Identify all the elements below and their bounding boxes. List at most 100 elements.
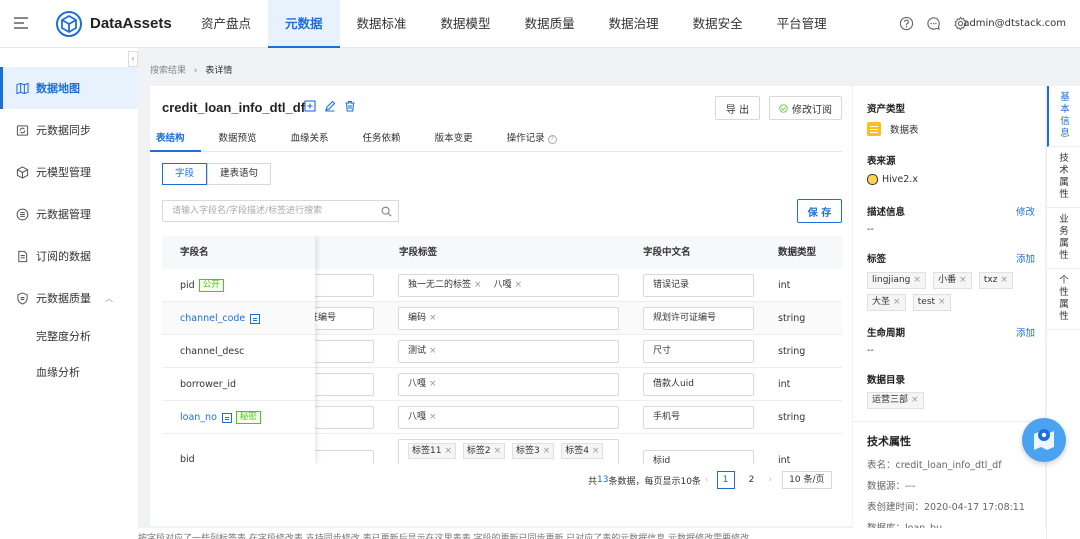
cn-name-input[interactable]: 尺寸	[643, 340, 754, 363]
close-icon[interactable]: ×	[514, 280, 522, 290]
sidebar-item-sync[interactable]: 元数据同步	[0, 109, 138, 151]
close-icon[interactable]: ×	[913, 275, 921, 285]
collapse-sidebar-button[interactable]: ‹	[128, 51, 138, 67]
tag-chip: 标签3 ×	[512, 443, 555, 459]
tags-select[interactable]: 标签11 × 标签2 × 标签3 × 标签4 ×	[398, 439, 619, 464]
search-icon	[381, 206, 392, 216]
tab-dependency[interactable]: 任务依赖	[357, 130, 417, 152]
tag-list: lingjiang × 小番 × txz × 大圣 × test ×	[867, 272, 1037, 316]
tags-select[interactable]: 测试 ×	[398, 340, 619, 363]
close-icon[interactable]: ×	[444, 446, 452, 456]
chevron-up-icon[interactable]: ︿	[105, 293, 113, 304]
close-icon[interactable]: ×	[494, 446, 502, 456]
sidebar-subitem-completeness[interactable]: 完整度分析	[0, 319, 138, 355]
nav-platform[interactable]: 平台管理	[760, 0, 844, 48]
close-icon[interactable]: ×	[938, 297, 946, 307]
close-icon[interactable]: ×	[1000, 275, 1008, 285]
sidebar-label: 数据地图	[36, 82, 80, 95]
close-icon[interactable]: ×	[543, 446, 551, 456]
search-input[interactable]: 请输入字段名/字段描述/标签进行搜索	[162, 200, 399, 222]
assistant-button[interactable]	[1022, 418, 1066, 462]
close-icon[interactable]: ×	[959, 275, 967, 285]
save-button[interactable]: 保 存	[797, 199, 842, 223]
close-icon[interactable]: ×	[429, 379, 437, 389]
close-icon[interactable]: ×	[911, 395, 919, 405]
field-name: pid	[180, 280, 195, 291]
tag-text: 编码	[408, 313, 427, 323]
nav-governance[interactable]: 数据治理	[592, 0, 676, 48]
sidebar-item-subscribed[interactable]: 订阅的数据	[0, 235, 138, 277]
cn-name-input[interactable]: 规划许可证编号	[643, 307, 754, 330]
tag-chip: txz ×	[978, 272, 1013, 289]
info-side-tabs: 基本信息 技术属性 业务属性 个性属性	[1046, 86, 1080, 539]
toggle-fields[interactable]: 字段	[162, 163, 208, 185]
sidebar-item-quality[interactable]: 元数据质量 ︿	[0, 277, 138, 319]
breadcrumb-parent[interactable]: 搜索结果	[150, 66, 186, 76]
page-size-select[interactable]: 10 条/页	[782, 471, 832, 489]
tab-business-attrs[interactable]: 业务属性	[1047, 208, 1080, 269]
nav-metadata[interactable]: 元数据	[268, 0, 340, 48]
tags-select[interactable]: 八嘎 ×	[398, 406, 619, 429]
data-type: int	[778, 455, 791, 464]
modify-subscription-button[interactable]: 修改订阅	[769, 96, 842, 120]
cn-name-input[interactable]: 借款人uid	[643, 373, 754, 396]
close-icon[interactable]: ×	[474, 280, 482, 290]
edit-desc-link[interactable]: 修改	[1016, 204, 1035, 218]
trash-icon[interactable]	[344, 100, 356, 112]
tab-tech-attrs[interactable]: 技术属性	[1047, 147, 1080, 208]
sidebar-item-manage[interactable]: 元数据管理	[0, 193, 138, 235]
cn-name-input[interactable]: 标id	[643, 450, 754, 464]
close-icon[interactable]: ×	[429, 412, 437, 422]
tab-structure[interactable]: 表结构	[150, 130, 201, 152]
user-account[interactable]: admin@dtstack.com	[963, 18, 1066, 29]
tab-operation-log[interactable]: 操作记录?	[501, 130, 573, 152]
tag-chip: 测试 ×	[408, 341, 437, 362]
close-icon[interactable]: ×	[429, 346, 437, 356]
edit-icon[interactable]	[324, 100, 336, 112]
nav-quality[interactable]: 数据质量	[508, 0, 592, 48]
tags-select[interactable]: 八嘎 ×	[398, 373, 619, 396]
field-name[interactable]: loan_no	[180, 412, 217, 423]
nav-standard[interactable]: 数据标准	[340, 0, 424, 48]
close-icon[interactable]: ×	[592, 446, 600, 456]
menu-icon[interactable]	[14, 17, 28, 29]
page-2[interactable]: 2	[743, 471, 761, 489]
nav-assets[interactable]: 资产盘点	[184, 0, 268, 48]
cn-name-input[interactable]: 手机号	[643, 406, 754, 429]
page-1[interactable]: 1	[716, 471, 735, 489]
info-panel: 资产类型 数据表 表来源 Hive2.x 描述信息 修改 -- 标签 添加 li…	[853, 86, 1045, 539]
tab-custom-attrs[interactable]: 个性属性	[1047, 269, 1080, 330]
sidebar-subitem-lineage[interactable]: 血缘分析	[0, 355, 138, 391]
hive-icon	[867, 174, 878, 185]
chevron-right-icon[interactable]: ›	[769, 475, 773, 485]
field-name[interactable]: channel_code	[180, 313, 245, 324]
tag-chip: test ×	[912, 294, 951, 311]
tab-version[interactable]: 版本变更	[429, 130, 489, 152]
search-button[interactable]	[375, 200, 399, 222]
sidebar-item-data-map[interactable]: 数据地图	[0, 67, 138, 109]
tag-text: 大圣	[872, 297, 891, 307]
copy-icon[interactable]	[304, 100, 316, 112]
tags-select[interactable]: 编码 ×	[398, 307, 619, 330]
lifecycle-label: 生命周期	[867, 328, 906, 339]
toggle-ddl[interactable]: 建表语句	[207, 163, 272, 185]
add-lifecycle-link[interactable]: 添加	[1016, 325, 1035, 339]
column-field-name: 字段名	[162, 236, 315, 269]
close-icon[interactable]: ×	[429, 313, 437, 323]
tab-lineage[interactable]: 血缘关系	[285, 130, 345, 152]
tags-select[interactable]: 独一无二的标签 × 八嘎 ×	[398, 274, 619, 297]
chevron-left-icon[interactable]: ‹	[705, 475, 709, 485]
add-tag-link[interactable]: 添加	[1016, 251, 1035, 265]
tab-preview[interactable]: 数据预览	[213, 130, 273, 152]
close-icon[interactable]: ×	[893, 297, 901, 307]
help-icon[interactable]	[899, 16, 914, 31]
nav-security[interactable]: 数据安全	[676, 0, 760, 48]
tab-basic-info[interactable]: 基本信息	[1047, 86, 1080, 147]
tech-section-title: 技术属性	[867, 435, 911, 448]
message-icon[interactable]	[926, 16, 941, 31]
document-icon	[18, 250, 28, 262]
nav-model[interactable]: 数据模型	[424, 0, 508, 48]
cn-name-input[interactable]: 错误记录	[643, 274, 754, 297]
export-button[interactable]: 导 出	[715, 96, 760, 120]
sidebar-item-model[interactable]: 元模型管理	[0, 151, 138, 193]
